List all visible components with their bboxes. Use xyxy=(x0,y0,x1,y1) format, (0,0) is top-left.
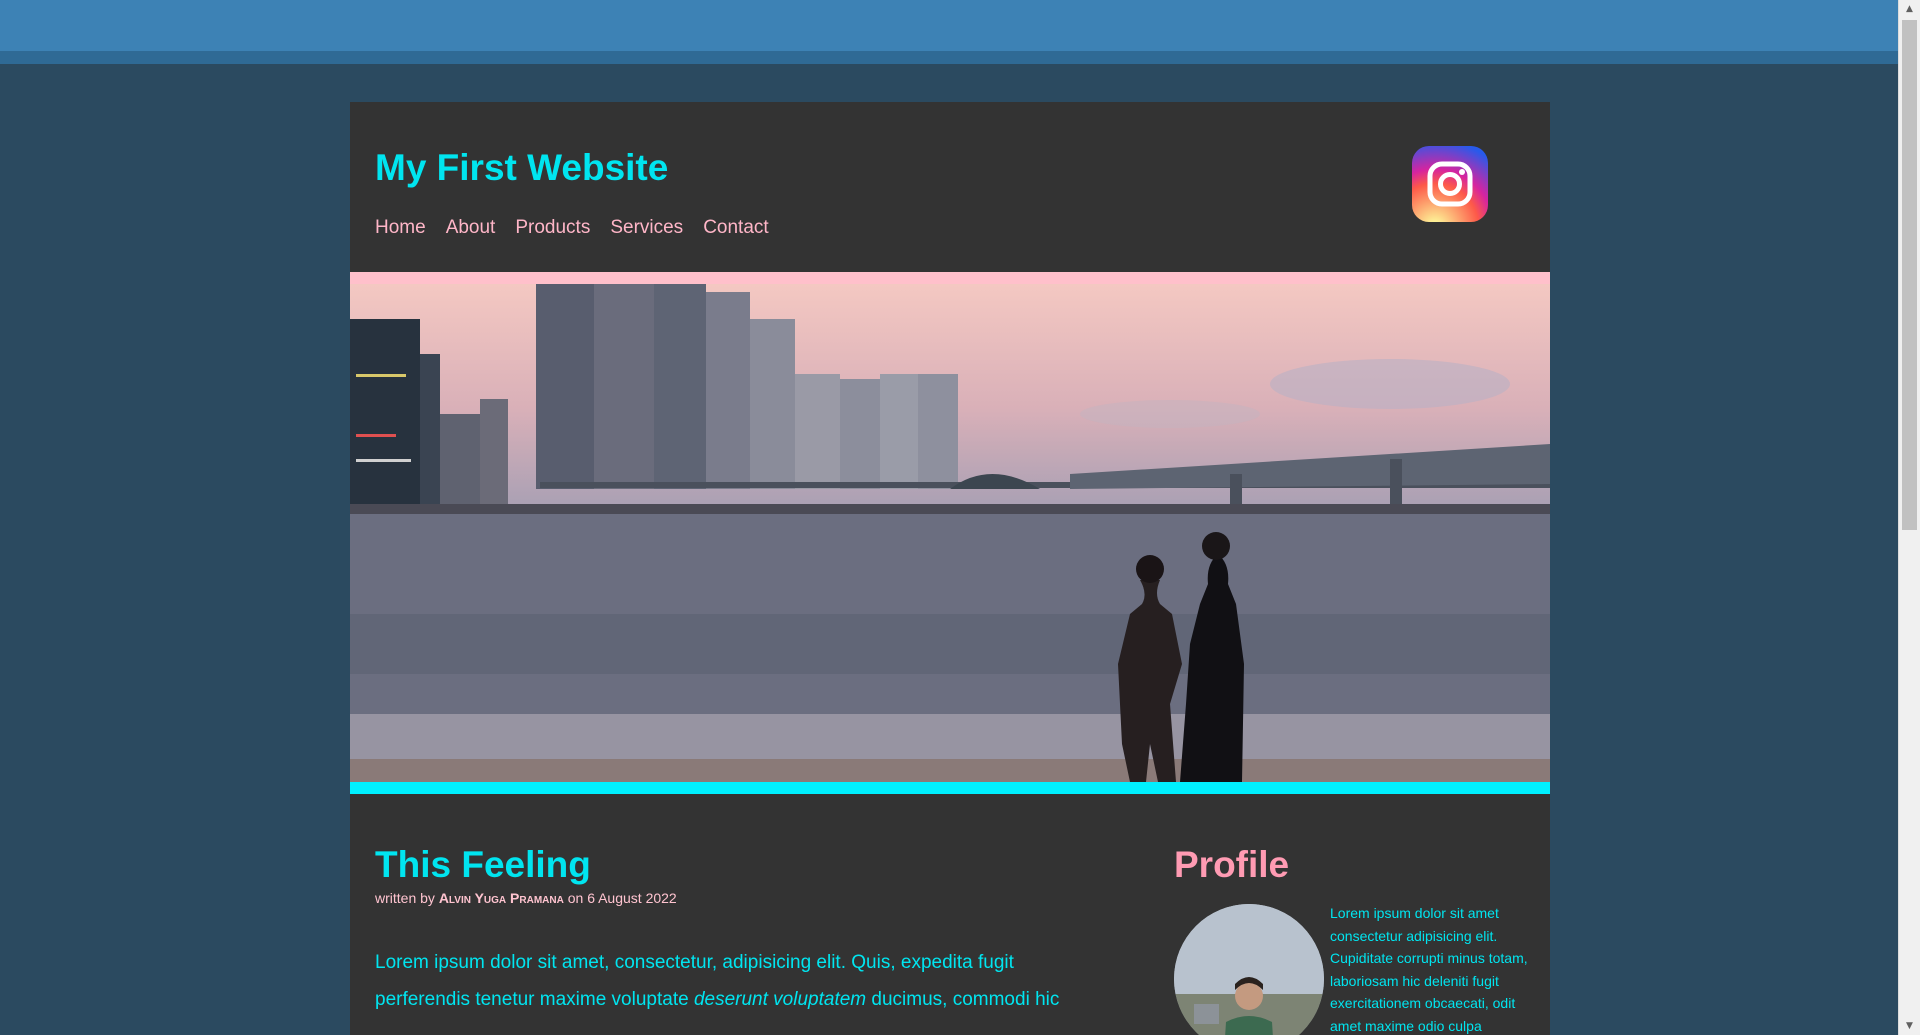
nav-home[interactable]: Home xyxy=(375,217,426,239)
post-title: This Feeling xyxy=(375,844,591,885)
hero-bottom-border xyxy=(350,782,1550,794)
nav-services[interactable]: Services xyxy=(610,217,683,239)
hero-image xyxy=(350,284,1550,782)
post-date: 6 August 2022 xyxy=(587,890,677,906)
vertical-scrollbar[interactable]: ▲ ▼ xyxy=(1898,0,1920,1035)
post-body-emphasis: deserunt voluptatem xyxy=(693,989,867,1010)
nav-contact[interactable]: Contact xyxy=(703,217,768,239)
scroll-up-icon[interactable]: ▲ xyxy=(1899,0,1920,18)
instagram-icon[interactable] xyxy=(1412,146,1488,222)
nav-products[interactable]: Products xyxy=(515,217,590,239)
avatar xyxy=(1174,904,1324,1035)
content-area: This Feeling written by Alvin Yuga Prama… xyxy=(350,794,1550,1035)
byline-prefix: written by xyxy=(375,890,435,906)
main-nav: Home About Products Services Contact xyxy=(375,217,769,239)
site-header: My First Website Home About Products Ser… xyxy=(350,102,1550,272)
nav-about[interactable]: About xyxy=(446,217,496,239)
profile-text: Lorem ipsum dolor sit amet consectetur a… xyxy=(1330,905,1528,1034)
post-body-end: ducimus, commodi hic xyxy=(871,989,1060,1010)
post-byline: written by Alvin Yuga Pramana on 6 Augus… xyxy=(375,890,677,906)
scroll-thumb[interactable] xyxy=(1902,20,1917,530)
hero-top-border xyxy=(350,272,1550,284)
byline-on: on xyxy=(567,890,584,906)
site-title: My First Website xyxy=(375,147,669,188)
profile-title: Profile xyxy=(1174,844,1290,885)
post-author: Alvin Yuga Pramana xyxy=(438,890,564,906)
post-body: Lorem ipsum dolor sit amet, consectetur,… xyxy=(375,944,1095,1018)
page-container: My First Website Home About Products Ser… xyxy=(350,102,1550,1035)
browser-top-bar xyxy=(0,0,1898,64)
scroll-down-icon[interactable]: ▼ xyxy=(1899,1017,1920,1035)
